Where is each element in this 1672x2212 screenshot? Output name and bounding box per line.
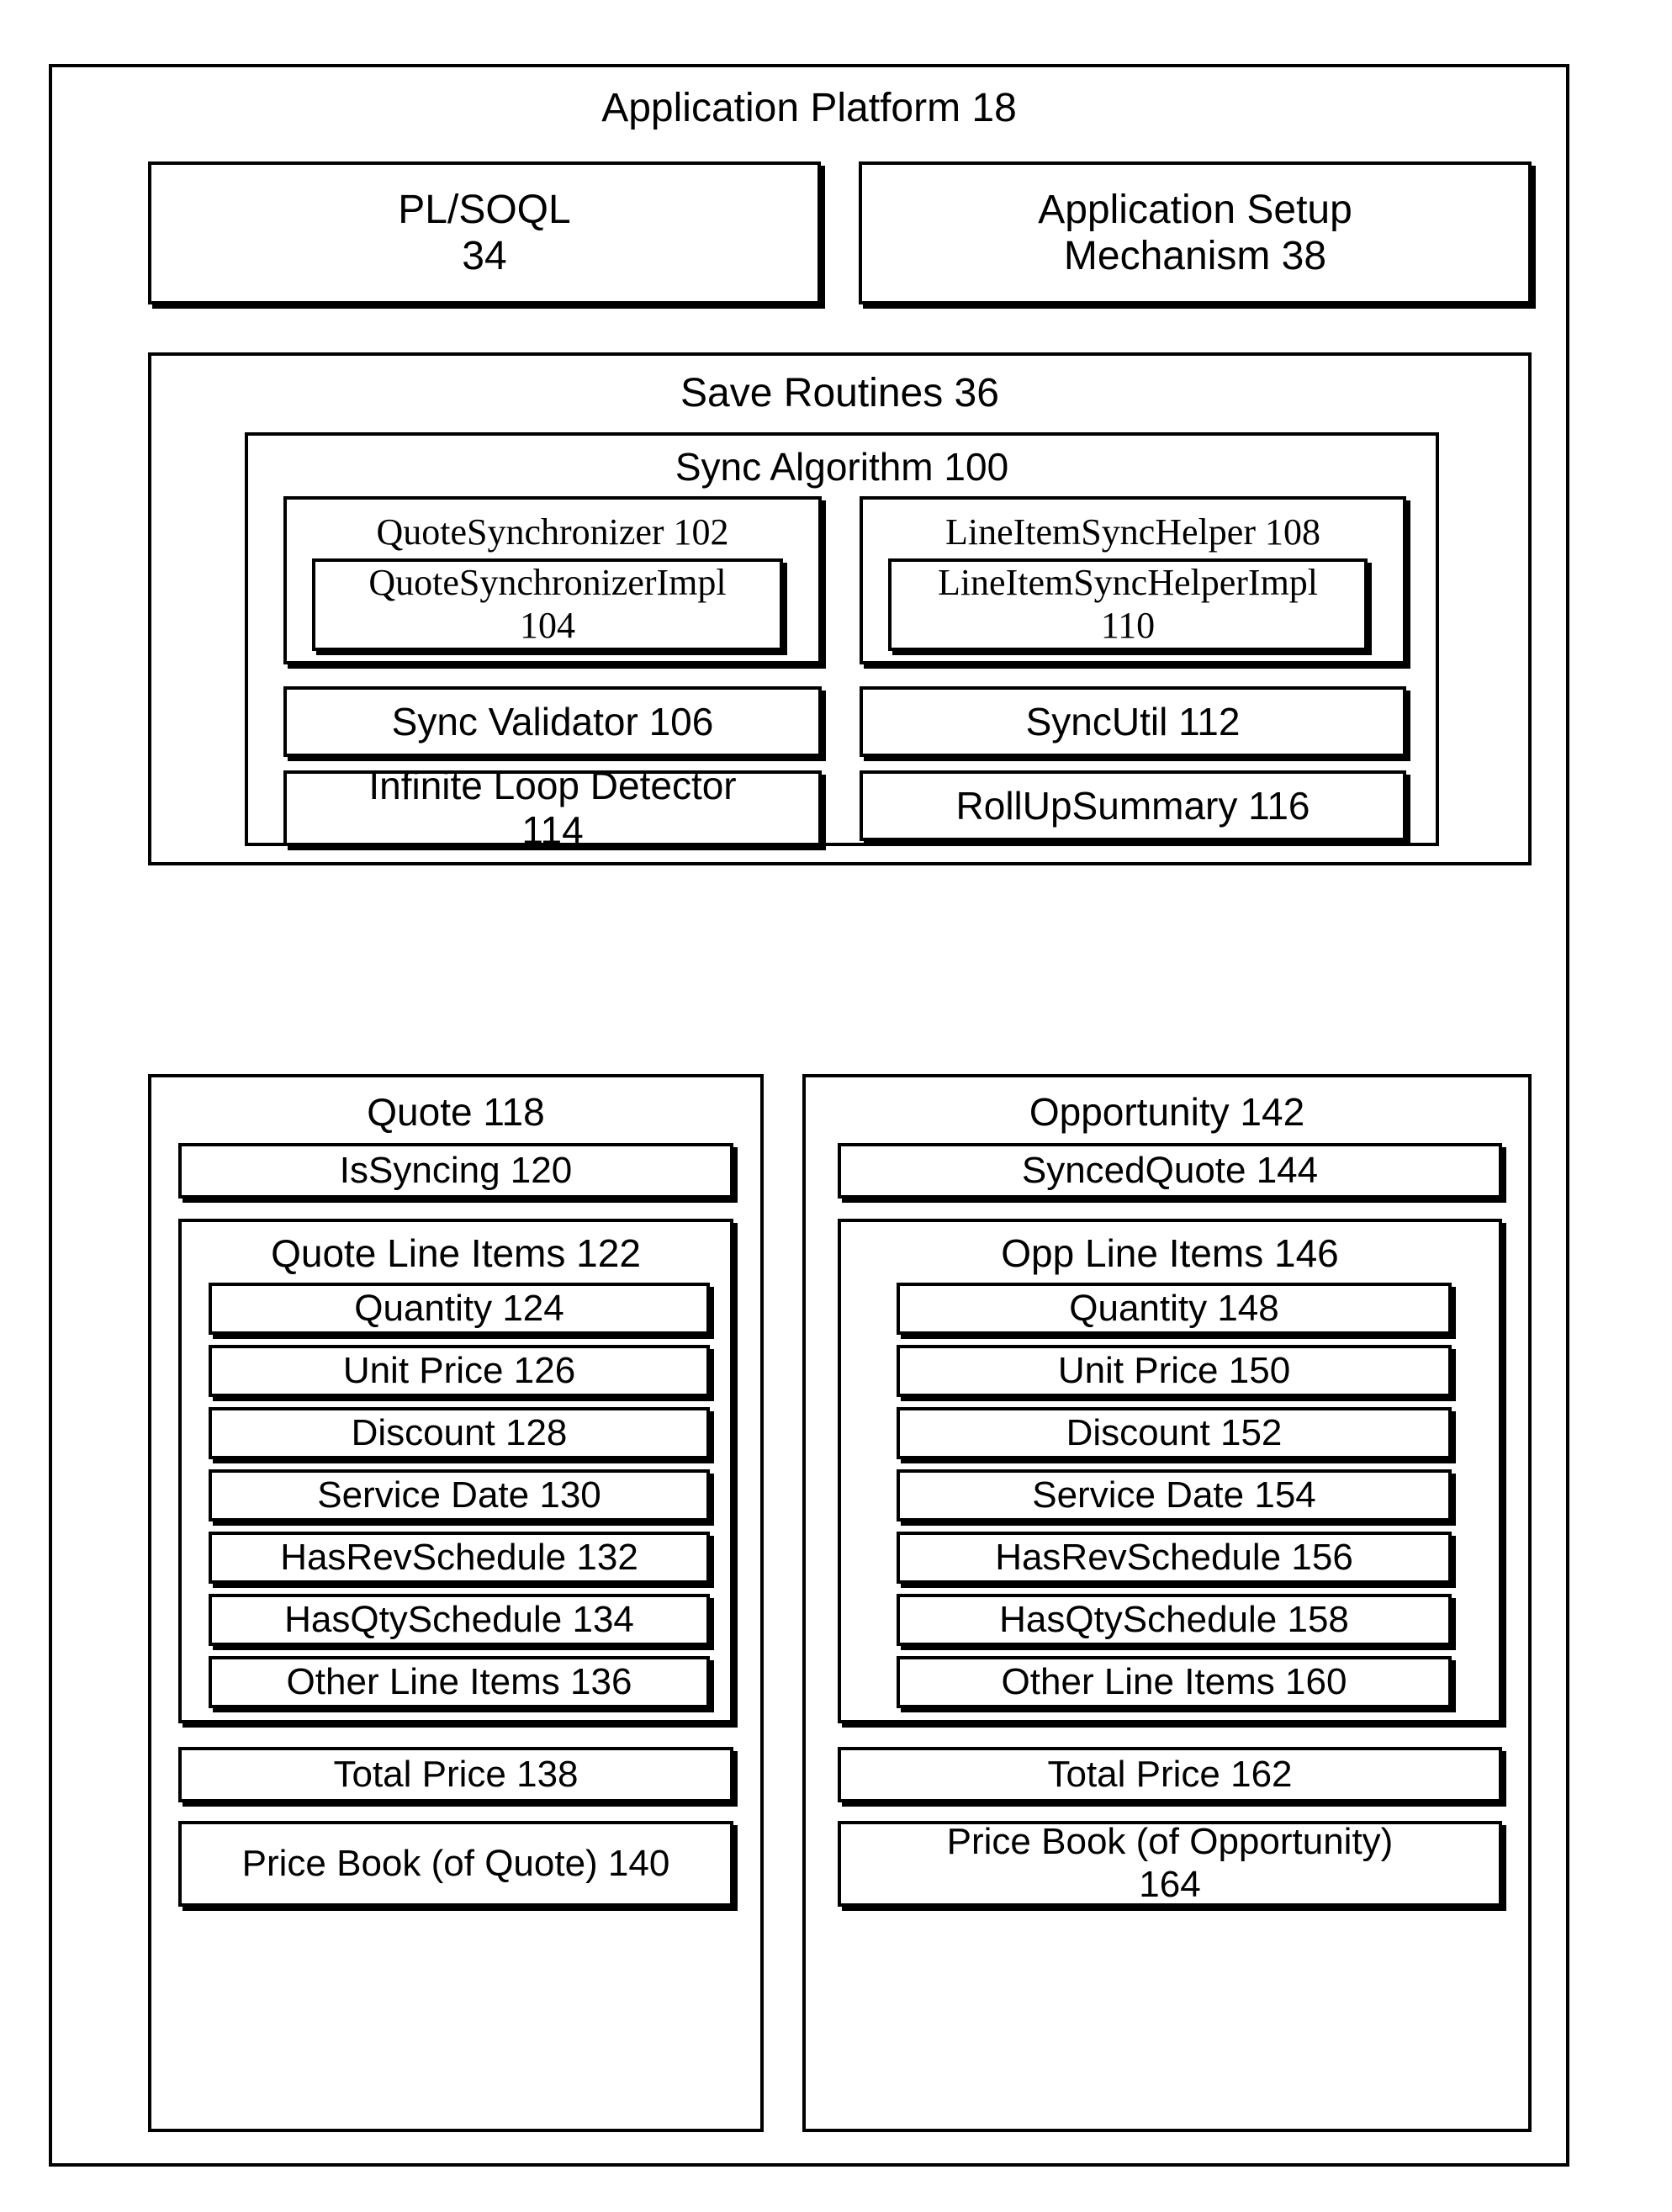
quote-synchronizer-title: QuoteSynchronizer 102 (376, 511, 729, 553)
roll-up-summary-label: RollUpSummary 116 (955, 783, 1310, 828)
opportunity-line-items-title: Opp Line Items 146 (1001, 1231, 1339, 1275)
quote-box: Quote 118 IsSyncing 120 Quote Line Items… (148, 1074, 764, 2132)
opportunity-field-discount-label: Discount 152 (1066, 1411, 1283, 1453)
opportunity-total-price-box: Total Price 162 (838, 1747, 1502, 1802)
opportunity-field-has-qty-schedule-label: HasQtySchedule 158 (999, 1598, 1349, 1640)
quote-field-discount: Discount 128 (209, 1407, 710, 1459)
sync-validator-label: Sync Validator 106 (391, 699, 714, 744)
quote-field-discount-label: Discount 128 (351, 1411, 568, 1453)
infinite-loop-detector-line1: Infinite Loop Detector (368, 764, 737, 808)
opportunity-field-quantity-label: Quantity 148 (1069, 1287, 1279, 1329)
opportunity-field-unit-price: Unit Price 150 (897, 1345, 1452, 1397)
application-setup-line2: Mechanism 38 (1063, 234, 1327, 278)
pl-soql-line1: PL/SOQL (398, 187, 571, 232)
quote-synchronizer-box: QuoteSynchronizer 102 QuoteSynchronizerI… (283, 496, 822, 664)
quote-line-items-box: Quote Line Items 122 Quantity 124 Unit P… (178, 1219, 733, 1723)
quote-field-has-rev-schedule: HasRevSchedule 132 (209, 1532, 710, 1584)
page-title: Application Platform 18 (601, 86, 1017, 130)
pl-soql-label: PL/SOQL 34 (151, 165, 817, 301)
pl-soql-line2: 34 (462, 234, 507, 278)
opportunity-field-service-date-label: Service Date 154 (1032, 1474, 1316, 1516)
opportunity-synced-quote-label: SyncedQuote 144 (1021, 1149, 1319, 1191)
quote-field-unit-price-label: Unit Price 126 (342, 1349, 576, 1391)
quote-price-book-label: Price Book (of Quote) 140 (182, 1824, 730, 1903)
opportunity-price-book-line1: Price Book (of Opportunity) (946, 1821, 1394, 1863)
quote-field-other-line-items: Other Line Items 136 (209, 1656, 710, 1708)
quote-synchronizer-impl-label: QuoteSynchronizerImpl 104 (315, 562, 780, 648)
application-setup-line1: Application Setup (1038, 187, 1352, 232)
opportunity-price-book-line2: 164 (1139, 1864, 1201, 1905)
sync-util-label: SyncUtil 112 (1025, 699, 1241, 744)
opportunity-total-price-label: Total Price 162 (1047, 1753, 1293, 1795)
opportunity-box: Opportunity 142 SyncedQuote 144 Opp Line… (802, 1074, 1532, 2132)
quote-title: Quote 118 (367, 1090, 545, 1134)
quote-price-book-line1: Price Book (of Quote) 140 (241, 1842, 670, 1884)
line-item-sync-helper-impl-line2: 110 (1100, 605, 1156, 646)
sync-algorithm-title: Sync Algorithm 100 (675, 445, 1009, 489)
opportunity-field-other-line-items-label: Other Line Items 160 (1001, 1660, 1347, 1702)
line-item-sync-helper-title: LineItemSyncHelper 108 (945, 511, 1320, 553)
opportunity-title: Opportunity 142 (1029, 1090, 1305, 1134)
roll-up-summary-box: RollUpSummary 116 (860, 770, 1406, 841)
quote-field-has-rev-schedule-label: HasRevSchedule 132 (280, 1536, 638, 1578)
quote-field-quantity-label: Quantity 124 (354, 1287, 564, 1329)
opportunity-field-has-rev-schedule: HasRevSchedule 156 (897, 1532, 1452, 1584)
quote-synchronizer-impl-box: QuoteSynchronizerImpl 104 (312, 558, 783, 651)
line-item-sync-helper-impl-label: LineItemSyncHelperImpl 110 (892, 562, 1364, 648)
sync-validator-box: Sync Validator 106 (283, 686, 822, 757)
quote-is-syncing-box: IsSyncing 120 (178, 1143, 733, 1199)
infinite-loop-detector-label: Infinite Loop Detector 114 (287, 764, 818, 852)
opportunity-line-items-box: Opp Line Items 146 Quantity 148 Unit Pri… (838, 1219, 1502, 1723)
opportunity-field-unit-price-label: Unit Price 150 (1057, 1349, 1291, 1391)
quote-field-quantity: Quantity 124 (209, 1283, 710, 1335)
line-item-sync-helper-impl-box: LineItemSyncHelperImpl 110 (888, 558, 1368, 651)
quote-price-book-box: Price Book (of Quote) 140 (178, 1821, 733, 1907)
application-platform-container: Application Platform 18 PL/SOQL 34 Appli… (49, 64, 1569, 2167)
quote-field-has-qty-schedule: HasQtySchedule 134 (209, 1594, 710, 1646)
opportunity-synced-quote-box: SyncedQuote 144 (838, 1143, 1502, 1199)
quote-is-syncing-label: IsSyncing 120 (339, 1149, 573, 1191)
opportunity-price-book-box: Price Book (of Opportunity) 164 (838, 1821, 1502, 1907)
save-routines-title: Save Routines 36 (680, 371, 999, 415)
pl-soql-box: PL/SOQL 34 (148, 161, 821, 304)
quote-field-other-line-items-label: Other Line Items 136 (286, 1660, 632, 1702)
line-item-sync-helper-impl-line1: LineItemSyncHelperImpl (937, 562, 1319, 604)
quote-field-has-qty-schedule-label: HasQtySchedule 134 (284, 1598, 634, 1640)
quote-field-unit-price: Unit Price 126 (209, 1345, 710, 1397)
application-setup-mechanism-box: Application Setup Mechanism 38 (859, 161, 1532, 304)
infinite-loop-detector-box: Infinite Loop Detector 114 (283, 764, 822, 852)
opportunity-field-has-rev-schedule-label: HasRevSchedule 156 (995, 1536, 1353, 1578)
opportunity-field-quantity: Quantity 148 (897, 1283, 1452, 1335)
quote-synchronizer-impl-line1: QuoteSynchronizerImpl (368, 562, 727, 604)
opportunity-field-has-qty-schedule: HasQtySchedule 158 (897, 1594, 1452, 1646)
quote-total-price-box: Total Price 138 (178, 1747, 733, 1802)
quote-field-service-date: Service Date 130 (209, 1469, 710, 1521)
opportunity-field-discount: Discount 152 (897, 1407, 1452, 1459)
sync-algorithm-box: Sync Algorithm 100 QuoteSynchronizer 102… (245, 432, 1439, 852)
opportunity-price-book-label: Price Book (of Opportunity) 164 (841, 1821, 1499, 1905)
sync-util-box: SyncUtil 112 (860, 686, 1406, 757)
application-setup-mechanism-label: Application Setup Mechanism 38 (862, 165, 1528, 301)
quote-field-service-date-label: Service Date 130 (317, 1474, 601, 1516)
infinite-loop-detector-line2: 114 (521, 808, 584, 852)
quote-line-items-title: Quote Line Items 122 (271, 1231, 641, 1275)
opportunity-field-service-date: Service Date 154 (897, 1469, 1452, 1521)
quote-total-price-label: Total Price 138 (333, 1753, 579, 1795)
opportunity-field-other-line-items: Other Line Items 160 (897, 1656, 1452, 1708)
save-routines-box: Save Routines 36 Sync Algorithm 100 Quot… (148, 352, 1532, 865)
line-item-sync-helper-box: LineItemSyncHelper 108 LineItemSyncHelpe… (860, 496, 1406, 664)
quote-synchronizer-impl-line2: 104 (520, 605, 575, 646)
